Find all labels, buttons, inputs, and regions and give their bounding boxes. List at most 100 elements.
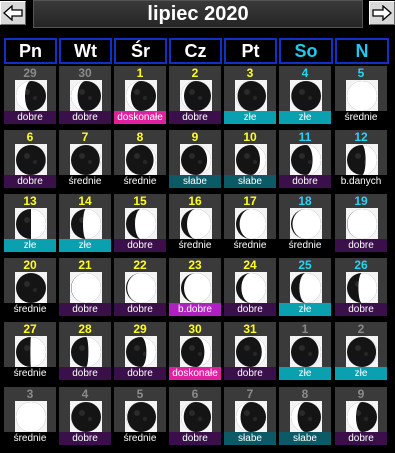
- day-cell[interactable]: 29 dobre: [114, 322, 166, 380]
- moon-phase-icon: [346, 401, 378, 433]
- day-cell[interactable]: 28 dobre: [59, 322, 111, 380]
- day-rating: doskonałe: [169, 367, 221, 380]
- day-cell[interactable]: 17 średnie: [224, 194, 276, 252]
- day-rating: dobre: [279, 175, 331, 188]
- day-cell[interactable]: 15 dobre: [114, 194, 166, 252]
- day-cell[interactable]: 23 b.dobre: [169, 258, 221, 316]
- day-rating: dobre: [4, 111, 56, 124]
- day-cell[interactable]: 1 doskonałe: [114, 66, 166, 124]
- moon-phase-icon: [125, 208, 157, 240]
- moon-phase-icon: [290, 336, 322, 368]
- day-number: 11: [298, 130, 312, 144]
- day-rating: dobre: [335, 432, 387, 445]
- day-rating: średnie: [4, 303, 56, 316]
- day-cell[interactable]: 3 złe: [224, 66, 276, 124]
- day-cell[interactable]: 27 średnie: [4, 322, 56, 380]
- day-number: 15: [133, 194, 147, 208]
- day-cell[interactable]: 8 słabe: [279, 387, 331, 445]
- day-cell[interactable]: 7 słabe: [224, 387, 276, 445]
- day-rating: dobre: [114, 239, 166, 252]
- day-number: 8: [136, 130, 144, 144]
- day-cell[interactable]: 4 złe: [279, 66, 331, 124]
- day-rating: złe: [279, 367, 331, 380]
- day-number: 9: [357, 387, 365, 401]
- day-number: 19: [354, 194, 368, 208]
- moon-phase-icon: [125, 336, 157, 368]
- moon-phase-icon: [180, 80, 212, 112]
- day-cell[interactable]: 25 złe: [279, 258, 331, 316]
- day-rating: średnie: [335, 111, 387, 124]
- day-cell[interactable]: 8 średnie: [114, 130, 166, 188]
- moon-phase-icon: [15, 336, 47, 368]
- weekday-2: Śr: [114, 38, 167, 64]
- weekday-1: Wt: [59, 38, 112, 64]
- moon-phase-icon: [180, 336, 212, 368]
- day-cell[interactable]: 13 złe: [4, 194, 56, 252]
- moon-phase-icon: [290, 272, 322, 304]
- day-cell[interactable]: 2 złe: [335, 322, 387, 380]
- day-cell[interactable]: 3 średnie: [4, 387, 56, 445]
- day-number: 8: [301, 387, 309, 401]
- day-number: 26: [354, 258, 368, 272]
- day-cell[interactable]: 1 złe: [279, 322, 331, 380]
- next-month-button[interactable]: [369, 1, 395, 25]
- day-cell[interactable]: 21 dobre: [59, 258, 111, 316]
- day-cell[interactable]: 29 dobre: [4, 66, 56, 124]
- day-rating: średnie: [59, 175, 111, 188]
- day-cell[interactable]: 20 średnie: [4, 258, 56, 316]
- day-cell[interactable]: 5 średnie: [114, 387, 166, 445]
- moon-phase-icon: [235, 144, 267, 176]
- day-number: 6: [191, 387, 199, 401]
- moon-phase-icon: [235, 80, 267, 112]
- day-rating: średnie: [4, 367, 56, 380]
- day-number: 18: [298, 194, 312, 208]
- day-cell[interactable]: 14 złe: [59, 194, 111, 252]
- day-cell[interactable]: 24 dobre: [224, 258, 276, 316]
- day-cell[interactable]: 18 średnie: [279, 194, 331, 252]
- day-cell[interactable]: 6 dobre: [169, 387, 221, 445]
- day-rating: doskonałe: [114, 111, 166, 124]
- day-cell[interactable]: 2 dobre: [169, 66, 221, 124]
- day-cell[interactable]: 26 dobre: [335, 258, 387, 316]
- day-rating: dobre: [59, 432, 111, 445]
- day-cell[interactable]: 6 dobre: [4, 130, 56, 188]
- day-cell[interactable]: 4 dobre: [59, 387, 111, 445]
- day-rating: dobre: [4, 175, 56, 188]
- moon-phase-icon: [15, 272, 47, 304]
- prev-month-button[interactable]: [0, 1, 26, 25]
- day-cell[interactable]: 12 b.danych: [335, 130, 387, 188]
- day-cell[interactable]: 31 dobre: [224, 322, 276, 380]
- day-number: 17: [243, 194, 257, 208]
- day-cell[interactable]: 16 średnie: [169, 194, 221, 252]
- day-cell[interactable]: 22 dobre: [114, 258, 166, 316]
- moon-phase-icon: [70, 336, 102, 368]
- day-cell[interactable]: 30 doskonałe: [169, 322, 221, 380]
- weekday-5: So: [279, 38, 333, 64]
- day-cell[interactable]: 10 słabe: [224, 130, 276, 188]
- moon-phase-icon: [180, 144, 212, 176]
- day-number: 14: [78, 194, 92, 208]
- day-number: 2: [191, 66, 199, 80]
- day-number: 5: [357, 66, 365, 80]
- day-cell[interactable]: 11 dobre: [279, 130, 331, 188]
- moon-phase-icon: [290, 144, 322, 176]
- moon-phase-icon: [125, 272, 157, 304]
- day-cell[interactable]: 5 średnie: [335, 66, 387, 124]
- day-rating: dobre: [224, 303, 276, 316]
- day-cell[interactable]: 9 dobre: [335, 387, 387, 445]
- day-number: 29: [133, 322, 147, 336]
- day-rating: złe: [59, 239, 111, 252]
- day-rating: złe: [335, 367, 387, 380]
- moon-phase-icon: [290, 80, 322, 112]
- left-arrow-icon: [3, 5, 23, 21]
- day-cell[interactable]: 30 dobre: [59, 66, 111, 124]
- day-cell[interactable]: 7 średnie: [59, 130, 111, 188]
- day-number: 22: [133, 258, 147, 272]
- day-cell[interactable]: 9 słabe: [169, 130, 221, 188]
- day-rating: słabe: [169, 175, 221, 188]
- moon-phase-icon: [70, 144, 102, 176]
- day-cell[interactable]: 19 dobre: [335, 194, 387, 252]
- day-number: 12: [354, 130, 368, 144]
- moon-phase-icon: [346, 272, 378, 304]
- moon-phase-icon: [70, 80, 102, 112]
